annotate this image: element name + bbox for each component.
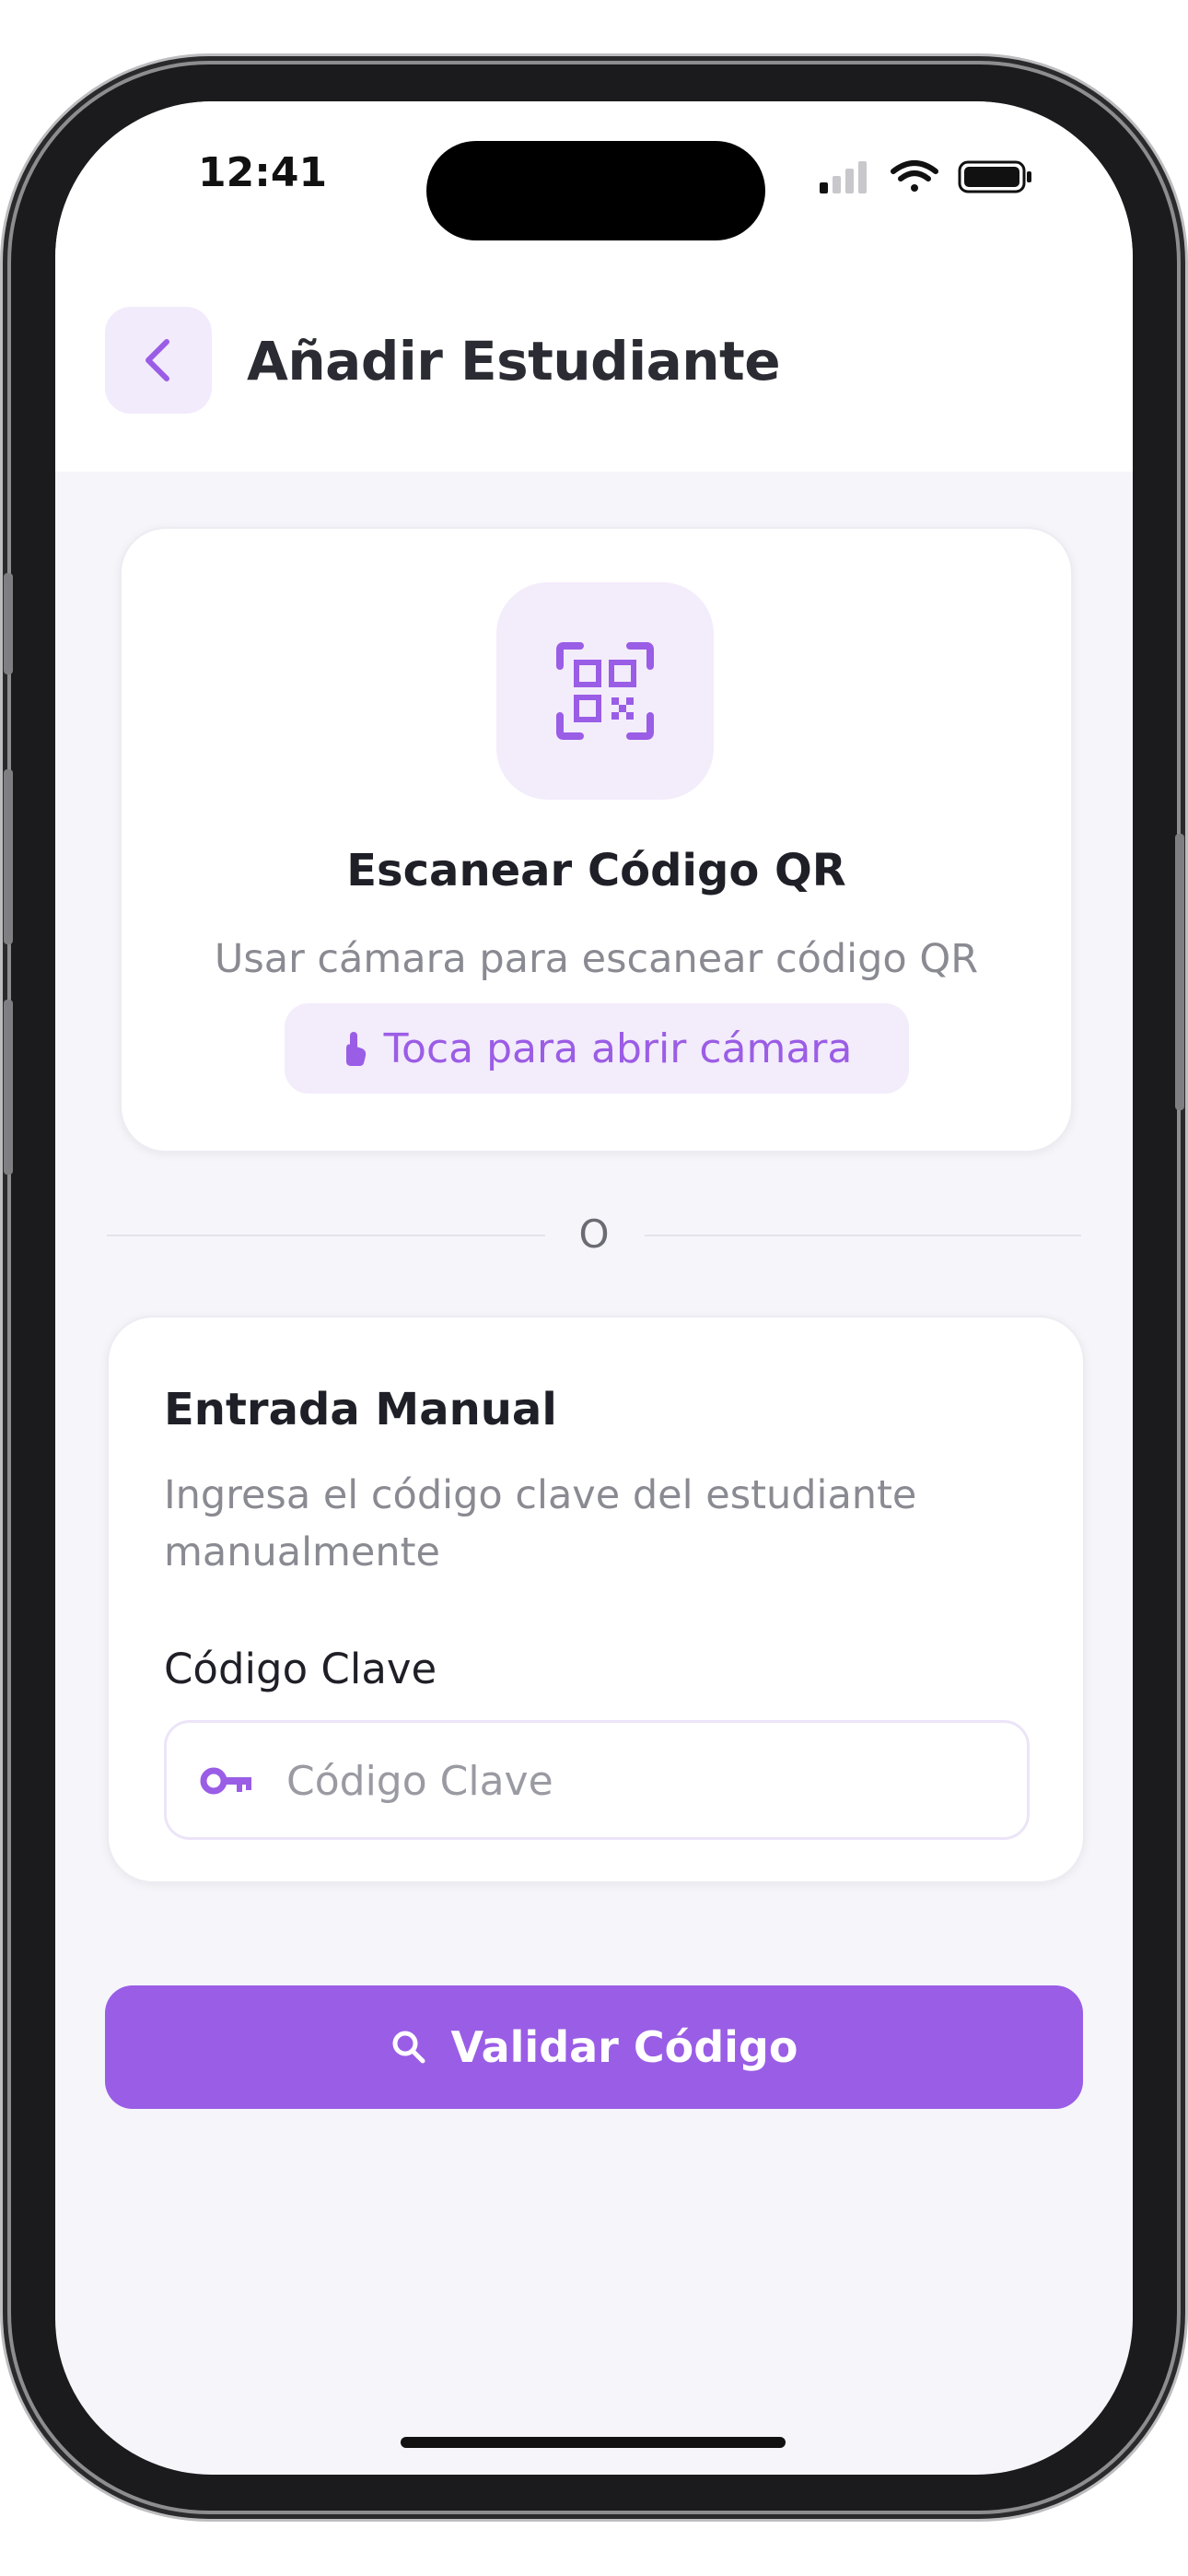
touch-icon (345, 1032, 366, 1066)
cellular-signal-icon (820, 161, 867, 193)
volume-down-button (4, 1000, 13, 1175)
volume-up-button (4, 769, 13, 944)
manual-entry-description: Ingresa el código clave del estudiante m… (164, 1472, 917, 1575)
manual-entry-card: Entrada Manual Ingresa el código clave d… (107, 1316, 1085, 1883)
battery-icon (958, 160, 1031, 193)
back-button[interactable] (105, 307, 212, 414)
manual-entry-title: Entrada Manual (164, 1384, 557, 1435)
qr-card-title: Escanear Código QR (346, 845, 846, 896)
key-code-label: Código Clave (164, 1645, 437, 1693)
qr-scan-card[interactable]: Escanear Código QR Usar cámara para esca… (120, 527, 1073, 1153)
power-button (1175, 834, 1184, 1110)
status-icons (820, 160, 1031, 193)
dynamic-island (426, 141, 765, 240)
validate-code-button[interactable]: Validar Código (105, 1985, 1083, 2109)
qr-icon-container (496, 582, 714, 800)
status-time: 12:41 (198, 149, 328, 196)
action-button (4, 573, 13, 674)
home-indicator (401, 2437, 786, 2448)
open-camera-button[interactable]: Toca para abrir cámara (285, 1003, 909, 1094)
page-title: Añadir Estudiante (247, 330, 781, 392)
search-icon (392, 2031, 425, 2064)
chevron-left-icon (146, 339, 169, 381)
wifi-icon (891, 160, 938, 192)
validate-code-label: Validar Código (450, 2022, 798, 2072)
header-area: 12:41 Añadir Estudiante (55, 101, 1133, 472)
qr-scan-icon (556, 642, 654, 740)
key-icon (200, 1767, 251, 1795)
open-camera-label: Toca para abrir cámara (383, 1025, 853, 1072)
key-code-field[interactable] (164, 1720, 1030, 1840)
qr-card-subtitle: Usar cámara para escanear código QR (214, 936, 979, 982)
screen: 12:41 Añadir Estudiante Escanear Código … (55, 101, 1133, 2475)
divider-label: O (578, 1212, 610, 1257)
key-code-input[interactable] (285, 1743, 988, 1819)
